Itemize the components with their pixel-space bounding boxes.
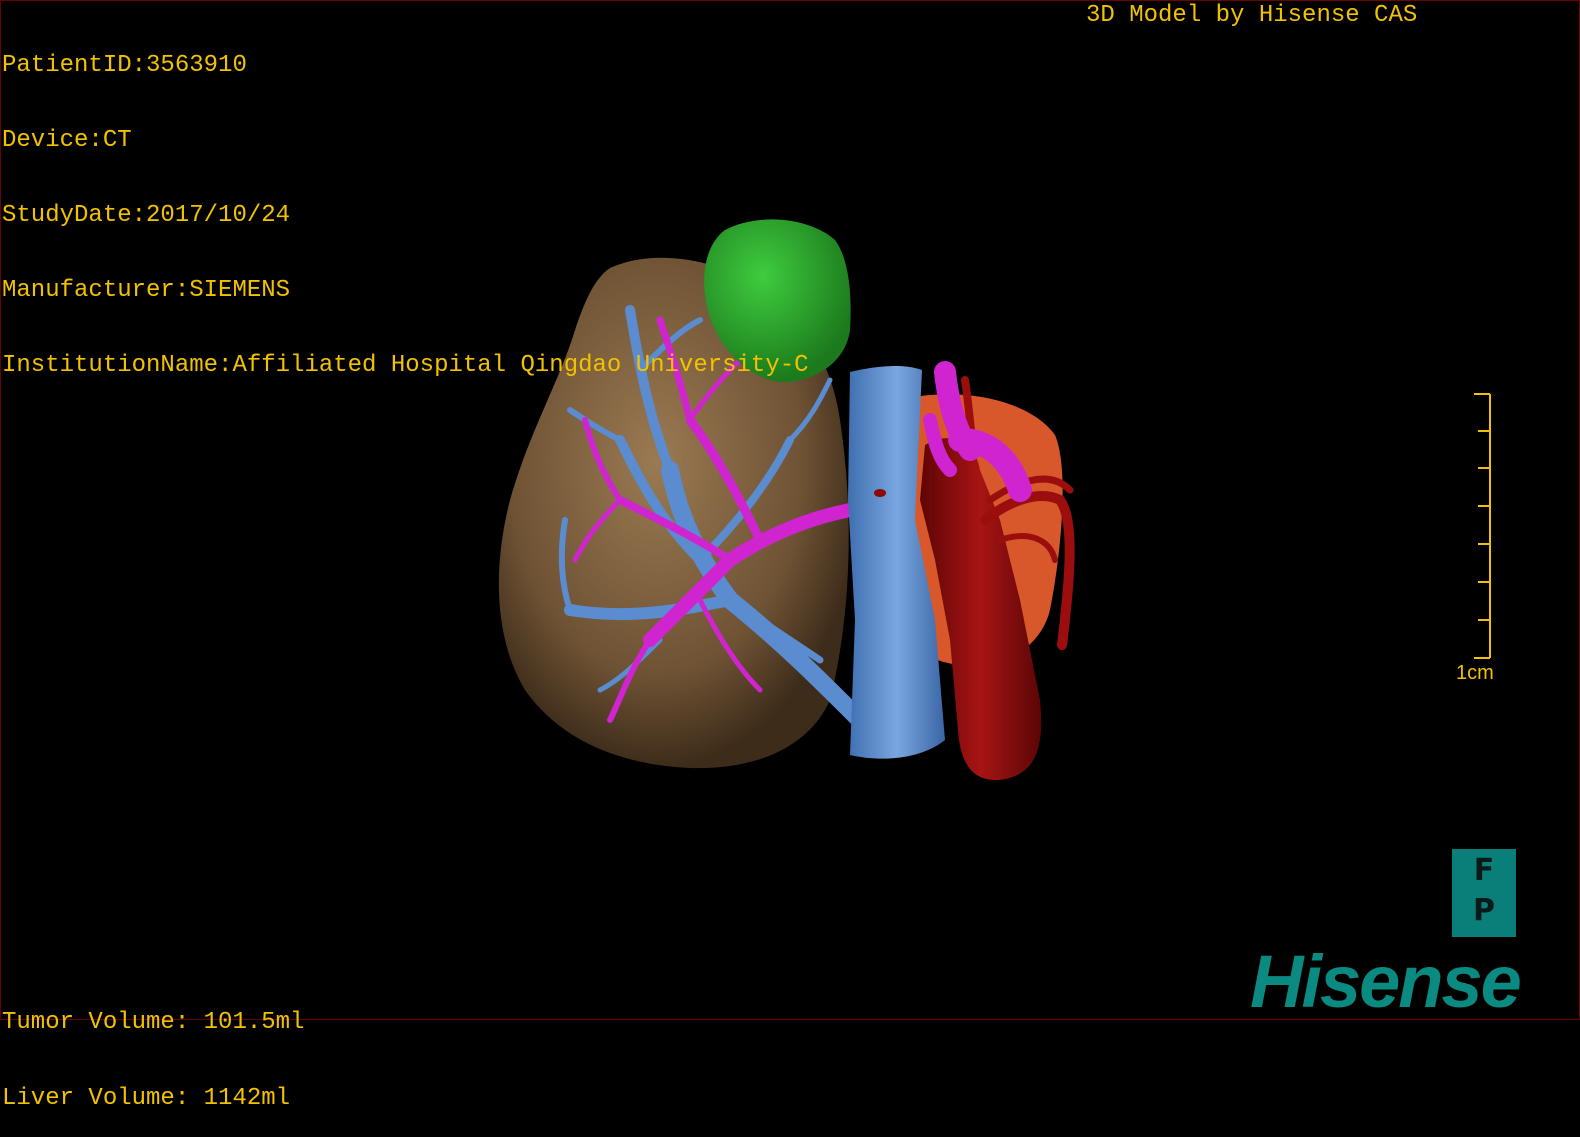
orientation-posterior-label: P — [1473, 893, 1495, 928]
model-credit-text: 3D Model by Hisense CAS — [1086, 2, 1418, 29]
patient-id-text: PatientID:3563910 — [2, 52, 247, 79]
liver-volume-text: Liver Volume: 1142ml — [2, 1085, 291, 1112]
orientation-cube[interactable]: F P — [1452, 849, 1516, 937]
manufacturer-text: Manufacturer:SIEMENS — [2, 277, 291, 304]
institution-text: InstitutionName:Affiliated Hospital Qing… — [2, 352, 809, 379]
scale-bar — [1474, 393, 1491, 659]
hisense-logo: Hisense — [1250, 940, 1522, 1023]
patient-info-overlay: PatientID:3563910 Device:CT StudyDate:20… — [2, 3, 809, 403]
study-date-text: StudyDate:2017/10/24 — [2, 202, 291, 229]
device-text: Device:CT — [2, 127, 132, 154]
scale-bar-label: 1cm — [1456, 662, 1494, 684]
volume-readout: Tumor Volume: 101.5ml Liver Volume: 1142… — [2, 960, 304, 1137]
tumor-volume-text: Tumor Volume: 101.5ml — [2, 1009, 305, 1036]
orientation-front-label: F — [1473, 853, 1495, 888]
vessel-marker — [874, 489, 886, 497]
